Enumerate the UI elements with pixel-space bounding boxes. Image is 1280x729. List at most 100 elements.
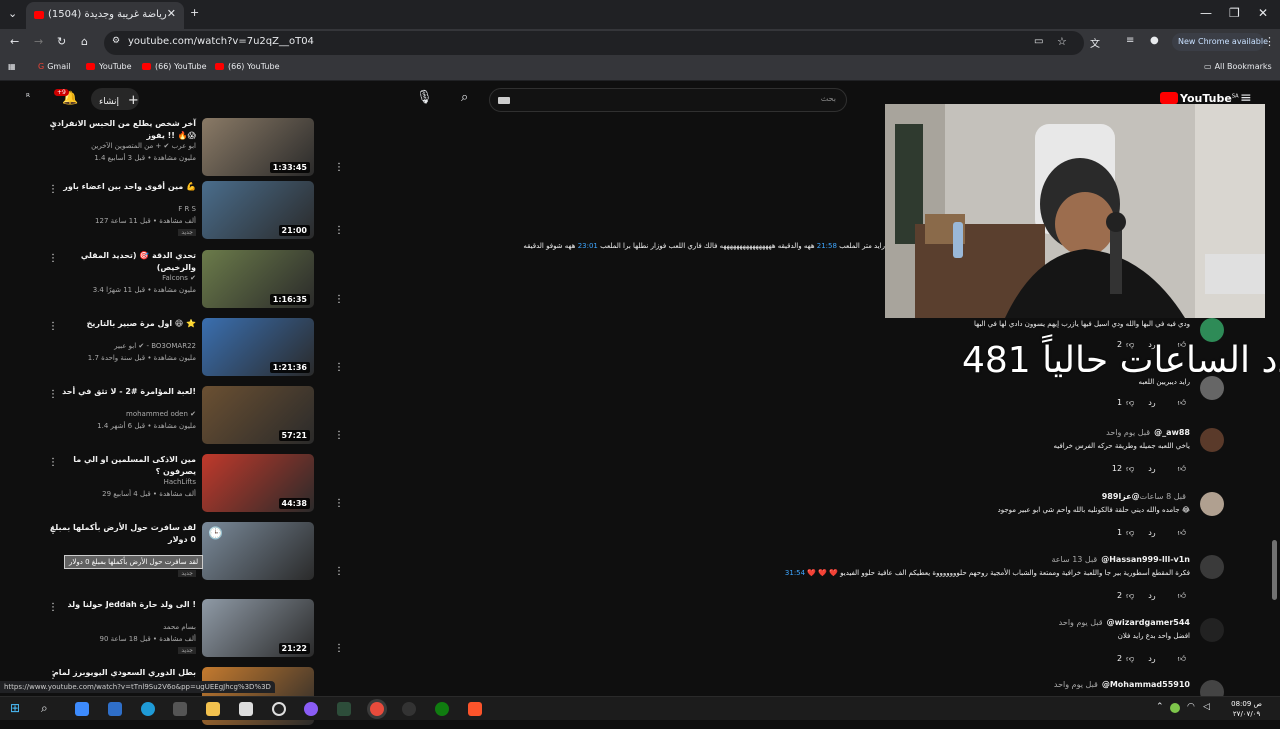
reply-button[interactable]: رد [1148,591,1155,600]
bookmark-gmail[interactable]: G Gmail [38,62,71,71]
cast-icon[interactable]: ▭ [1034,36,1043,47]
video-title[interactable]: حولنا ولد Jeddah الى ولد حارة ! [46,599,196,611]
browser-tab[interactable]: (1504) جربنا رياضة غريبة وجديدة ✕ [26,2,184,29]
search-icon[interactable]: ⌕ [461,90,468,105]
volume-icon[interactable]: ◁ [1203,702,1210,712]
video-channel[interactable]: ابو عرب ✔ + من المتصوين الآخرين [91,142,196,150]
comment-author[interactable]: قبل يوم واحد @_aw88 [1106,428,1190,437]
translate-icon[interactable]: 文 [1090,35,1100,50]
new-chrome-button[interactable]: New Chrome available [1172,33,1268,51]
video-thumbnail[interactable]: 🕒 [202,522,314,580]
reply-button[interactable]: رد [1148,654,1155,663]
video-title[interactable]: اول مرة صبير بالتاريخ 😆 ⭐ [46,318,196,330]
site-info-icon[interactable]: ⚙ [112,36,120,46]
back-icon[interactable]: ← [10,35,19,48]
bookmark-youtube-3[interactable]: (66) YouTube [215,62,280,71]
microphone-icon[interactable]: 🎙 [416,90,433,105]
like-icon[interactable]: 👍︎ [1178,654,1186,663]
reply-button[interactable]: رد [1148,528,1155,537]
video-thumbnail[interactable]: 57:21 [202,386,314,444]
keyboard-icon[interactable] [498,97,510,104]
like-icon[interactable]: 👍︎ [1178,398,1186,407]
video-channel[interactable]: mohammed oden ✔ [126,410,196,418]
file-explorer-icon[interactable] [206,702,220,716]
video-title[interactable]: لعبة المؤامرة #2 - لا تثق في أحد! [46,386,196,398]
dislike-icon[interactable]: 👎︎ [1126,464,1134,473]
commenter-avatar[interactable] [1200,492,1224,516]
more-options-icon[interactable]: ⋮ [334,498,344,509]
page-scrollbar[interactable] [1272,540,1277,600]
taskbar-clock[interactable]: 08:09 ص ٢٧/٠٧/٠٩ [1231,699,1262,719]
more-options-icon[interactable]: ⋮ [334,430,344,441]
comment-time[interactable]: قبل 8 ساعات [1140,492,1186,501]
video-thumbnail[interactable]: 1:16:35 [202,250,314,308]
video-thumbnail[interactable]: 1:21:36 [202,318,314,376]
sidebar-video-item[interactable]: ⋮ ⋮ 1:33:45 آخر شخص يطلع من الحبس الانفرادي… [0,118,350,180]
reply-button[interactable]: رد [1148,340,1155,349]
xbox-icon[interactable] [435,702,449,716]
tray-app-icon[interactable] [1170,703,1180,713]
more-options-icon[interactable]: ⋮ [334,225,344,236]
bookmark-youtube-2[interactable]: (66) YouTube [142,62,207,71]
new-tab-icon[interactable]: + [190,6,199,19]
store-icon[interactable] [173,702,187,716]
more-options-icon[interactable]: ⋮ [334,643,344,654]
video-channel[interactable]: F R S [178,205,196,213]
create-button[interactable]: إنشاء + [91,88,139,110]
comment-time[interactable]: قبل يوم واحد [1054,680,1098,689]
search-input[interactable]: بحث [489,88,847,112]
dislike-icon[interactable]: 👎︎ [1126,340,1134,349]
windows-start-icon[interactable]: ⊞ [10,701,20,715]
commenter-avatar[interactable] [1200,555,1224,579]
brave-icon[interactable] [468,702,482,716]
tray-chevron-icon[interactable]: ⌃ [1156,702,1164,712]
video-title[interactable]: لقد سافرت حول الأرض بأكملها بمبلغ 0 دولا… [46,522,196,546]
video-channel[interactable]: Falcons ✔ [162,274,196,282]
timestamp-link[interactable]: 31:54 [785,569,805,577]
like-icon[interactable]: 👍︎ [1178,528,1186,537]
comment-time[interactable]: قبل يوم واحد [1059,618,1103,627]
taskbar-search-icon[interactable]: ⌕ [41,701,48,716]
comment-author[interactable]: قبل يوم واحد @wizardgamer544 [1059,618,1190,627]
bookmark-youtube[interactable]: YouTube [86,62,132,71]
comment-time[interactable]: قبل يوم واحد [1106,428,1150,437]
video-channel[interactable]: ابو عبير ✔ - BO3OMAR22 [114,342,196,350]
mail-icon[interactable] [108,702,122,716]
obs-icon[interactable] [272,702,286,716]
more-options-icon[interactable]: ⋮ [334,294,344,305]
sidebar-video-item[interactable]: ⋮ ⋮ 21:00 مين أقوى واحد بين اعضاء باور 💪 F R… [0,181,350,243]
more-options-icon[interactable]: ⋮ [334,162,344,173]
video-thumbnail[interactable]: 44:38 [202,454,314,512]
comment-author[interactable]: قبل 13 ساعة @Hassan999-lll-v1n [1051,555,1190,564]
video-channel[interactable]: بسام محمد [163,623,196,631]
tab-search-icon[interactable]: ⌄ [8,7,17,20]
media-icon[interactable]: ≡ [1126,35,1134,46]
commenter-avatar[interactable] [1200,318,1224,342]
bookmark-star-icon[interactable]: ☆ [1057,35,1067,48]
dislike-icon[interactable]: 👎︎ [1126,591,1134,600]
timestamp-link[interactable]: 21:58 [817,242,837,250]
address-bar[interactable]: ⚙ youtube.com/watch?v=7u2qZ__oT04 ▭ ☆ [104,31,1084,55]
video-channel[interactable]: HachLifts [164,478,196,486]
terminal-icon[interactable] [337,702,351,716]
restore-icon[interactable]: ❐ [1229,6,1240,20]
wifi-icon[interactable]: ◠ [1187,702,1195,712]
dislike-icon[interactable]: 👎︎ [1126,398,1134,407]
reload-icon[interactable]: ↻ [57,35,66,48]
reply-button[interactable]: رد [1148,464,1155,473]
apps-icon[interactable]: ▦ [8,62,16,71]
like-icon[interactable]: 👍︎ [1178,591,1186,600]
account-icon[interactable]: ᴿ [26,93,30,103]
video-thumbnail[interactable]: 21:00 [202,181,314,239]
edge-icon[interactable] [141,702,155,716]
timestamp-link-2[interactable]: 23:01 [578,242,598,250]
more-options-icon[interactable]: ⋮ [334,566,344,577]
like-icon[interactable]: 👍︎ [1178,464,1186,473]
close-tab-icon[interactable]: ✕ [167,7,176,20]
copilot-icon[interactable] [75,702,89,716]
home-icon[interactable]: ⌂ [81,35,88,48]
sidebar-video-item[interactable]: ⋮ ⋮ 44:38 مين الاذكى المسلمين او الي ما يصر… [0,454,350,516]
video-title[interactable]: تحدي الدقة 🎯 (تحديد المقلي والرخيص) [46,250,196,274]
like-icon[interactable]: 👍︎ [1178,340,1186,349]
all-bookmarks[interactable]: ▭ All Bookmarks [1204,62,1272,71]
